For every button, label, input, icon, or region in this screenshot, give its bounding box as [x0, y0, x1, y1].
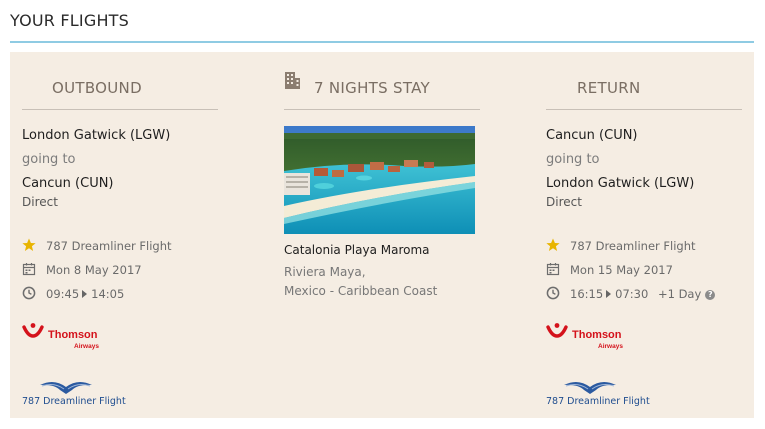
return-aircraft: 787 Dreamliner Flight	[570, 239, 696, 253]
outbound-time-row: 09:45 14:05	[22, 286, 218, 302]
dreamliner-logo: 787 Dreamliner Flight	[546, 378, 650, 408]
outbound-heading: OUTBOUND	[52, 79, 142, 97]
clock-icon	[546, 286, 560, 300]
return-date-row: Mon 15 May 2017	[546, 262, 742, 278]
hotel-photo[interactable]	[284, 126, 475, 234]
thomson-airways-logo: Thomson Airways	[546, 322, 636, 354]
calendar-icon	[22, 263, 36, 276]
thomson-logo-sub: Airways	[74, 343, 99, 350]
return-arrive-time: 07:30	[615, 287, 649, 301]
return-from: Cancun (CUN)	[546, 128, 638, 143]
outbound-arrive-time: 14:05	[91, 287, 125, 301]
return-date: Mon 15 May 2017	[570, 263, 673, 277]
star-icon	[546, 238, 560, 251]
thomson-logo-brand: Thomson	[48, 329, 98, 341]
calendar-icon	[546, 263, 560, 276]
dreamliner-logo: 787 Dreamliner Flight	[22, 378, 126, 408]
thomson-airways-logo: Thomson Airways	[22, 322, 112, 354]
clock-icon	[22, 286, 36, 300]
outbound-times: 09:45 14:05	[46, 287, 124, 301]
thomson-logo-sub: Airways	[598, 343, 623, 350]
arrow-right-icon	[606, 290, 612, 298]
outbound-date-row: Mon 8 May 2017	[22, 262, 218, 278]
star-icon	[22, 238, 36, 251]
stay-header: 7 NIGHTS STAY	[284, 72, 480, 110]
return-depart-time: 16:15	[570, 287, 604, 301]
return-times: 16:15 07:30 +1 Day?	[570, 287, 716, 301]
hotel-location-line1: Riviera Maya,	[284, 265, 366, 279]
return-direct: Direct	[546, 195, 582, 209]
return-to: London Gatwick (LGW)	[546, 176, 695, 191]
outbound-to: Cancun (CUN)	[22, 176, 114, 191]
hotel-location-line2: Mexico - Caribbean Coast	[284, 284, 438, 298]
outbound-direct: Direct	[22, 195, 58, 209]
hotel-name[interactable]: Catalonia Playa Maroma	[284, 243, 430, 257]
outbound-depart-time: 09:45	[46, 287, 80, 301]
outbound-going-to: going to	[22, 152, 76, 167]
title-divider	[10, 41, 754, 43]
dreamliner-logo-text: 787 Dreamliner Flight	[546, 396, 650, 407]
return-going-to: going to	[546, 152, 600, 167]
return-time-row: 16:15 07:30 +1 Day?	[546, 286, 742, 302]
thomson-logo-brand: Thomson	[572, 329, 622, 341]
page-title: YOUR FLIGHTS	[10, 11, 130, 30]
outbound-header: OUTBOUND	[22, 74, 218, 110]
stay-heading: 7 NIGHTS STAY	[314, 79, 430, 97]
outbound-date: Mon 8 May 2017	[46, 263, 142, 277]
outbound-aircraft-row: 787 Dreamliner Flight	[22, 238, 218, 254]
outbound-aircraft: 787 Dreamliner Flight	[46, 239, 172, 253]
return-header: RETURN	[546, 74, 742, 110]
plus-day-label: +1 Day	[657, 287, 702, 301]
arrow-right-icon	[82, 290, 88, 298]
return-heading: RETURN	[577, 79, 641, 97]
outbound-from: London Gatwick (LGW)	[22, 128, 171, 143]
flights-panel: OUTBOUND London Gatwick (LGW) going to C…	[10, 52, 754, 418]
dreamliner-logo-text: 787 Dreamliner Flight	[22, 396, 126, 407]
hotel-building-icon	[285, 72, 300, 89]
return-aircraft-row: 787 Dreamliner Flight	[546, 238, 742, 254]
help-icon[interactable]: ?	[705, 290, 716, 300]
